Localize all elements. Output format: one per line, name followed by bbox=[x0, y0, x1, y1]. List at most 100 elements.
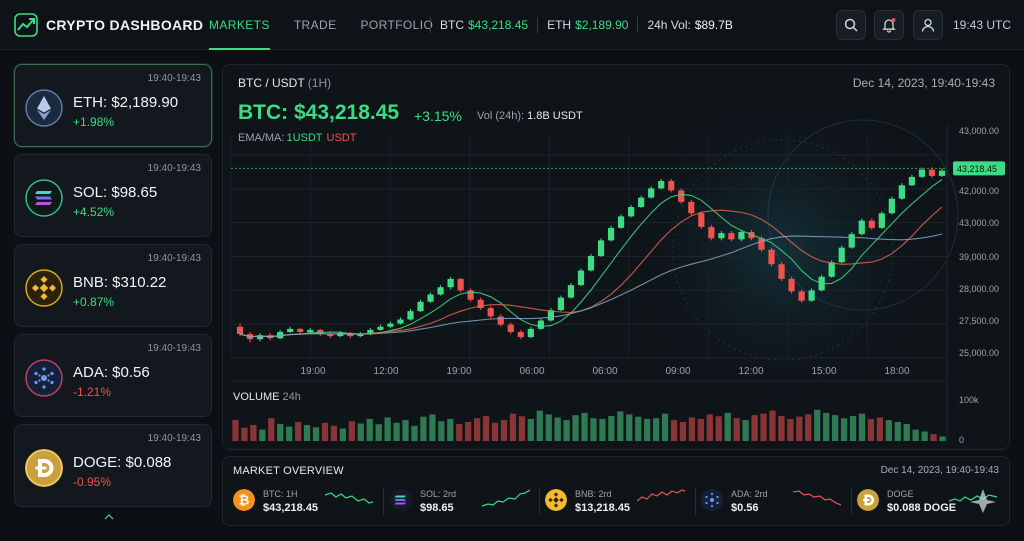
overview-value: $43,218.45 bbox=[263, 502, 319, 514]
volume-bar bbox=[652, 418, 660, 441]
overview-item-bnb[interactable]: BNB: 2rd $13,218.45 bbox=[545, 483, 695, 521]
overview-item-doge[interactable]: DOGE $0.088 DOGE bbox=[857, 483, 1007, 521]
candle-body bbox=[678, 190, 685, 202]
overview-value: $0.56 bbox=[731, 502, 759, 514]
volume-bar bbox=[715, 416, 722, 441]
overview-label: SOL: 2rd bbox=[420, 489, 457, 499]
ticker-eth-value: $2,189.90 bbox=[575, 18, 629, 32]
volume-bar bbox=[554, 417, 561, 441]
volume-bar bbox=[840, 418, 848, 441]
x-tick-label: 06:00 bbox=[592, 366, 617, 377]
card-price: DOGE: $0.088 bbox=[73, 454, 172, 471]
y-tick-label: 27,500.00 bbox=[959, 316, 999, 326]
volume-bar bbox=[429, 414, 436, 441]
candle-body bbox=[527, 328, 534, 338]
current-price: BTC: $43,218.45 bbox=[238, 101, 400, 124]
volume-bar bbox=[268, 418, 275, 441]
candle-body bbox=[778, 264, 785, 279]
volume-bar bbox=[393, 422, 400, 441]
ema-legend: EMA/MA: 1USDT USDT bbox=[238, 132, 356, 144]
brand[interactable]: CRYPTO DASHBOARD bbox=[14, 13, 203, 37]
candle-body bbox=[577, 270, 585, 286]
volume-title: VOLUME bbox=[233, 391, 280, 403]
volume-bar bbox=[259, 429, 266, 441]
overview-item-sol[interactable]: SOL: 2rd $98.65 bbox=[390, 483, 540, 521]
candle-body bbox=[617, 216, 625, 228]
candle-body bbox=[587, 255, 595, 271]
volume-bar bbox=[894, 422, 901, 441]
volume-bar bbox=[679, 422, 687, 441]
volume-bar bbox=[939, 436, 946, 441]
sparkline-up bbox=[325, 492, 373, 504]
candle-body bbox=[497, 316, 504, 325]
candle-body bbox=[918, 169, 926, 177]
x-tick-label: 09:00 bbox=[665, 366, 690, 377]
volume-bar bbox=[563, 420, 570, 441]
ema-label: EMA/MA: bbox=[238, 132, 285, 144]
market-overview: MARKET OVERVIEW Dec 14, 2023, 19:40-19:4… bbox=[222, 456, 1010, 526]
background-glow bbox=[623, 90, 943, 410]
x-tick-label: 06:00 bbox=[519, 366, 544, 377]
card-price: SOL: $98.65 bbox=[73, 184, 158, 201]
volume-bar bbox=[536, 410, 543, 441]
candle-body bbox=[728, 233, 735, 240]
nav-markets[interactable]: MARKETS bbox=[209, 0, 270, 50]
coin-card-ada[interactable]: 19:40-19:43 ADA: $0.56 -1.21% bbox=[14, 334, 212, 417]
profile-button[interactable] bbox=[913, 10, 943, 40]
volume-bar bbox=[286, 426, 293, 441]
volume-bar bbox=[858, 413, 866, 441]
volume-bar bbox=[644, 418, 651, 441]
volume-bar bbox=[420, 416, 427, 441]
candle-body bbox=[397, 319, 404, 324]
coin-card-doge[interactable]: 19:40-19:43 DOGE: $0.088 -0.95% bbox=[14, 424, 212, 507]
candle-body bbox=[648, 188, 655, 198]
y-tick-label: 39,000.00 bbox=[959, 252, 999, 262]
overview-label: ADA: 2rd bbox=[731, 489, 768, 499]
volume-bar bbox=[250, 425, 257, 441]
timeframe: (1H) bbox=[307, 76, 332, 90]
candle-body bbox=[638, 197, 645, 208]
candle-body bbox=[688, 201, 695, 214]
candle-body bbox=[457, 278, 464, 291]
chart-date: Dec 14, 2023, 19:40-19:43 bbox=[852, 76, 995, 90]
dogecoin-icon bbox=[25, 449, 63, 487]
main-nav: MARKETS TRADE PORTFOLIO bbox=[209, 0, 433, 50]
chevron-up-icon[interactable] bbox=[104, 514, 114, 520]
volume-span: 24h bbox=[282, 391, 301, 403]
candle-body bbox=[307, 329, 314, 332]
volume-bar bbox=[509, 413, 517, 441]
volume-bar bbox=[769, 410, 776, 441]
current-price-tag-label: 43,218.45 bbox=[957, 164, 997, 174]
volume-bar bbox=[661, 413, 669, 441]
volume-bar bbox=[411, 425, 418, 441]
nav-trade[interactable]: TRADE bbox=[294, 0, 337, 50]
sparkline-up bbox=[949, 489, 997, 513]
overview-item-ada[interactable]: ADA: 2rd $0.56 bbox=[701, 483, 851, 521]
x-tick-label: 15:00 bbox=[811, 366, 836, 377]
candle-body bbox=[848, 234, 855, 248]
app-title: CRYPTO DASHBOARD bbox=[46, 17, 204, 33]
candle-body bbox=[928, 169, 936, 176]
volume-bar bbox=[473, 418, 481, 441]
coin-card-bnb[interactable]: 19:40-19:43 BNB: $310.22 +0.87% bbox=[14, 244, 212, 327]
search-icon bbox=[844, 18, 858, 32]
volume-bar bbox=[724, 412, 731, 441]
candle-body bbox=[628, 207, 635, 217]
search-button[interactable] bbox=[836, 10, 866, 40]
coin-card-sol[interactable]: 19:40-19:43 SOL: $98.65 +4.52% bbox=[14, 154, 212, 237]
volume-bar bbox=[241, 427, 248, 441]
candle-body bbox=[838, 247, 845, 263]
divider bbox=[637, 17, 639, 33]
notifications-button[interactable] bbox=[874, 10, 904, 40]
candle-body bbox=[427, 294, 434, 302]
volume-bar bbox=[670, 420, 678, 441]
candle-body bbox=[708, 226, 715, 239]
volume-bar bbox=[831, 415, 839, 441]
overview-title: MARKET OVERVIEW bbox=[233, 465, 344, 477]
candle-body bbox=[858, 220, 865, 235]
candle-body bbox=[407, 311, 414, 320]
bell-icon bbox=[882, 18, 896, 33]
overview-item-btc[interactable]: ₿ BTC: 1H $43,218.45 bbox=[233, 483, 383, 521]
coin-card-eth[interactable]: 19:40-19:43 ETH: $2,189.90 +1.98% bbox=[14, 64, 212, 147]
volume-bar bbox=[375, 424, 382, 441]
